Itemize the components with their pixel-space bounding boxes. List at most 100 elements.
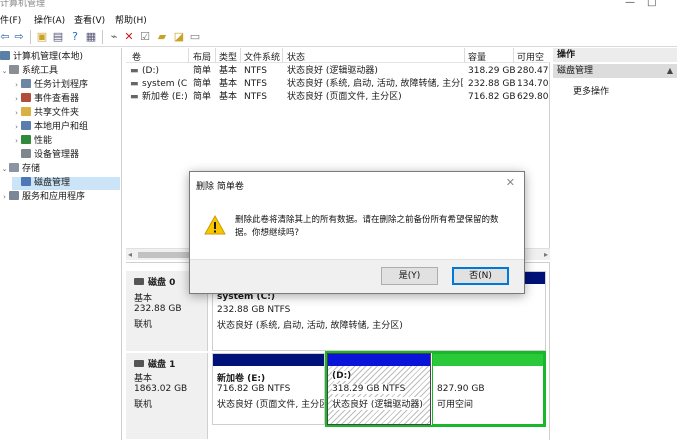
collapse-icon[interactable]: ▲ (667, 64, 673, 78)
tree-performance[interactable]: › 性能 (12, 135, 52, 148)
storage-icon (9, 163, 19, 172)
partition-d[interactable]: (D:) 318.29 GB NTFS 状态良好 (逻辑驱动器) (327, 353, 431, 425)
navigation-tree: 计算机管理(本地) ⌄ 系统工具 › 任务计划程序 › 事件查看器 › 共享文件夹 › 本… (0, 48, 122, 440)
tree-disk-management[interactable]: 磁盘管理 (12, 177, 120, 190)
dialog-title: 删除 简单卷 (196, 182, 244, 192)
col-type[interactable]: 类型 (219, 50, 237, 63)
tree-system-tools[interactable]: ⌄ 系统工具 (0, 65, 58, 78)
disk-0-size: 232.88 GB (134, 304, 182, 314)
free-space-bar (433, 354, 543, 366)
partition-c-size: 232.88 GB NTFS (217, 305, 291, 315)
menu-action[interactable]: 操作(A) (34, 13, 65, 26)
minimize-button[interactable]: — (625, 0, 635, 8)
users-icon (21, 121, 31, 130)
unallocated-space[interactable]: 827.90 GB 可用空间 (432, 353, 544, 425)
expand-icon[interactable]: › (12, 79, 21, 92)
actions-header: 操作 (553, 48, 677, 62)
shared-folder-icon (21, 107, 31, 116)
collapse-icon[interactable]: ⌄ (0, 163, 9, 176)
computer-icon (0, 51, 10, 60)
dialog-message: 删除此卷将清除其上的所有数据。请在删除之前备份所有希望保留的数据。你想继续吗? (235, 215, 499, 238)
expand-icon[interactable]: › (12, 121, 21, 134)
search-folder-icon[interactable]: ◪ (172, 30, 186, 44)
menu-help[interactable]: 帮助(H) (115, 13, 147, 26)
performance-icon (21, 135, 31, 144)
col-status[interactable]: 状态 (287, 50, 305, 63)
list-icon[interactable]: ▭ (188, 30, 202, 44)
show-tree-icon[interactable]: ▤ (51, 30, 65, 44)
drive-icon: ▬ (130, 66, 138, 76)
forward-icon[interactable]: ⇨ (12, 30, 26, 44)
tree-shared-folders[interactable]: › 共享文件夹 (12, 107, 79, 120)
expand-icon[interactable]: › (0, 191, 9, 204)
collapse-icon[interactable]: ⌄ (0, 65, 9, 78)
disk-icon (134, 278, 144, 285)
delete-icon[interactable]: ✕ (122, 30, 136, 44)
partition-e[interactable]: 新加卷 (E:) 716.82 GB NTFS 状态良好 (页面文件, 主分区 (212, 353, 325, 425)
primary-partition-bar (213, 354, 324, 366)
disk-management-icon (21, 177, 31, 186)
expand-icon[interactable]: › (12, 107, 21, 120)
yes-button[interactable]: 是(Y) (381, 267, 438, 285)
tree-storage[interactable]: ⌄ 存储 (0, 163, 40, 176)
scroll-left-icon[interactable]: ◂ (128, 250, 132, 259)
col-layout[interactable]: 布局 (193, 50, 211, 63)
partition-e-status: 状态良好 (页面文件, 主分区 (217, 400, 324, 410)
volume-list-header: 卷 布局 类型 文件系统 状态 容量 可用空 (126, 48, 550, 63)
device-manager-icon (21, 149, 31, 158)
no-button[interactable]: 否(N) (452, 267, 509, 285)
disk-0-name: 磁盘 0 (134, 275, 175, 288)
back-icon[interactable]: ⇦ (0, 30, 12, 44)
menu-file[interactable]: 件(F) (0, 13, 21, 26)
close-icon[interactable]: ✕ (506, 176, 515, 189)
up-folder-icon[interactable]: ▣ (35, 30, 49, 44)
drive-icon: ▬ (130, 92, 138, 102)
tree-device-manager[interactable]: 设备管理器 (21, 149, 79, 162)
col-filesystem[interactable]: 文件系统 (244, 50, 280, 63)
check-icon[interactable]: ☑ (138, 30, 152, 44)
maximize-button[interactable]: □ (647, 0, 656, 8)
actions-section-disk-management[interactable]: 磁盘管理 ▲ (553, 64, 677, 78)
actions-pane: 操作 磁盘管理 ▲ 更多操作 (553, 48, 677, 440)
tree-local-users[interactable]: › 本地用户和组 (12, 121, 88, 134)
tools-icon (9, 65, 19, 74)
partition-e-size: 716.82 GB NTFS (217, 384, 291, 394)
tree-root[interactable]: 计算机管理(本地) (0, 51, 83, 64)
col-free[interactable]: 可用空 (517, 50, 544, 63)
table-row[interactable]: ▬ 新加卷 (E:) 简单 基本 NTFS 状态良好 (页面文件, 主分区) 7… (126, 91, 550, 104)
help-icon[interactable]: ? (68, 30, 82, 44)
logical-drive-bar (328, 354, 430, 366)
dialog-body: 删除此卷将清除其上的所有数据。请在删除之前备份所有希望保留的数据。你想继续吗? (190, 197, 524, 259)
folder-icon[interactable]: ▰ (155, 30, 169, 44)
table-row[interactable]: ▬ system (C:) 简单 基本 NTFS 状态良好 (系统, 启动, 活… (126, 78, 550, 91)
tree-services[interactable]: › 服务和应用程序 (0, 191, 85, 204)
table-row[interactable]: ▬ (D:) 简单 基本 NTFS 状态良好 (逻辑驱动器) 318.29 GB… (126, 65, 550, 78)
disk-icon (134, 360, 144, 367)
tree-event-viewer[interactable]: › 事件查看器 (12, 93, 79, 106)
tree-task-scheduler[interactable]: › 任务计划程序 (12, 79, 88, 92)
delete-volume-dialog: 删除 简单卷 ✕ 删除此卷将清除其上的所有数据。请在删除之前备份所有希望保留的数… (189, 171, 525, 294)
col-volume[interactable]: 卷 (132, 50, 141, 63)
window-controls: — □ (617, 0, 677, 9)
expand-icon[interactable]: › (12, 135, 21, 148)
disk-1-size: 1863.02 GB (134, 384, 188, 394)
toolbar: ⇦ ⇨ ▣ ▤ ? ▦ ⌁ ✕ ☑ ▰ ◪ ▭ (0, 27, 677, 47)
partition-e-name: 新加卷 (E:) (217, 374, 266, 384)
services-icon (9, 191, 19, 200)
properties-icon[interactable]: ▦ (84, 30, 98, 44)
free-space-size: 827.90 GB (437, 384, 485, 394)
scroll-right-icon[interactable]: ▸ (544, 250, 548, 259)
disk-1-name: 磁盘 1 (134, 357, 175, 370)
title-bar: 计算机管理 — □ (0, 0, 677, 10)
disk-1-label[interactable]: 磁盘 1 基本 1863.02 GB 联机 (126, 353, 208, 439)
toolbar-divider (30, 30, 31, 44)
expand-icon[interactable]: › (12, 93, 21, 106)
connect-icon[interactable]: ⌁ (107, 30, 121, 44)
col-capacity[interactable]: 容量 (468, 50, 486, 63)
menu-view[interactable]: 查看(V) (74, 13, 105, 26)
partition-d-size: 318.29 GB NTFS (332, 384, 406, 394)
event-viewer-icon (21, 93, 31, 102)
disk-0-state: 联机 (134, 320, 153, 330)
partition-d-status: 状态良好 (逻辑驱动器) (332, 397, 423, 410)
more-actions-link[interactable]: 更多操作 (573, 84, 609, 97)
